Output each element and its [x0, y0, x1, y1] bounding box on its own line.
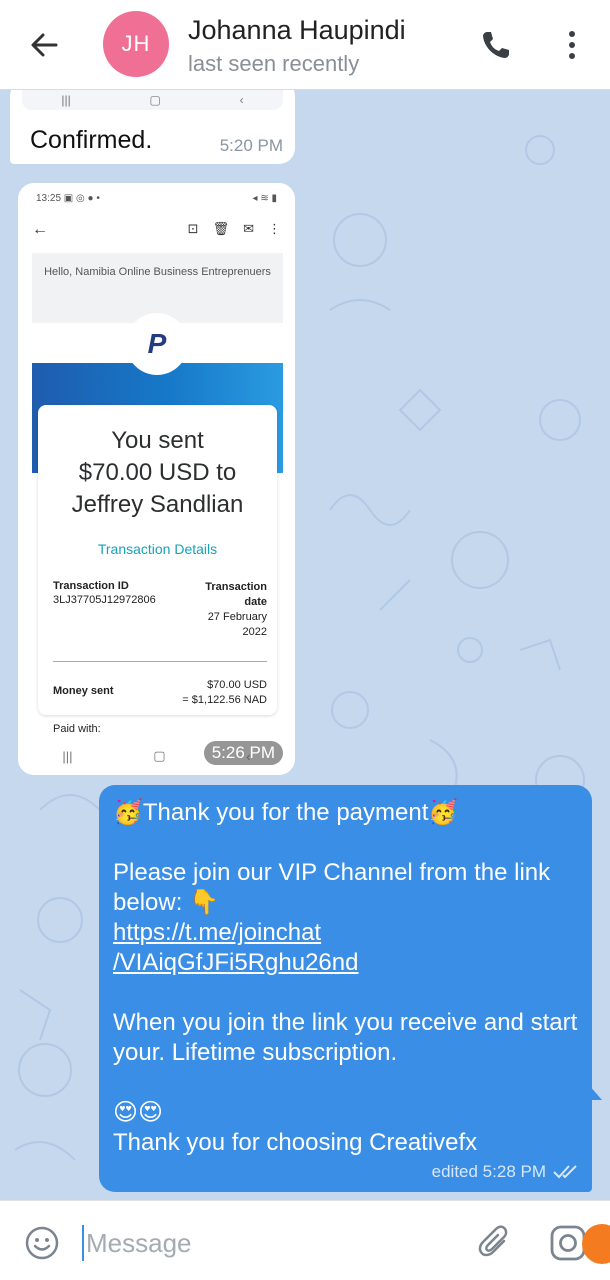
message-text: 🥳Thank you for the payment🥳 Please join …: [113, 798, 583, 1158]
transaction-details-link: Transaction Details: [97, 541, 218, 557]
mail-icon: ✉: [243, 221, 254, 236]
chat-header: JH Johanna Haupindi last seen recently: [0, 0, 610, 90]
message-composer: [0, 1200, 610, 1280]
recents-icon: |||: [62, 748, 73, 764]
email-toolbar: ← ⊡ 🗑 ✉ ⋮: [22, 215, 291, 249]
back-nav-icon: ‹: [239, 93, 244, 107]
more-vertical-icon: ⋮: [268, 221, 281, 236]
message-bubble-image[interactable]: 13:25 ▣ ◎ ● • ◂ ≋ ▮ ← ⊡ 🗑 ✉ ⋮ Hello, Nam…: [18, 183, 295, 775]
payment-card: You sent $70.00 USD to Jeffrey Sandlian …: [38, 405, 277, 735]
message-line: 😍😍: [113, 1099, 164, 1126]
invite-link[interactable]: https://t.me/joinchat: [113, 919, 321, 946]
message-spacer: [113, 978, 583, 1008]
message-line: 🥳Thank you for the payment🥳: [113, 799, 459, 826]
home-icon: ▢: [153, 748, 166, 763]
phone-icon[interactable]: [478, 27, 514, 63]
contact-name[interactable]: Johanna Haupindi: [188, 15, 406, 46]
money-sent-usd: $70.00 USD: [207, 679, 267, 691]
avatar[interactable]: JH: [103, 11, 169, 77]
contact-status: last seen recently: [188, 51, 360, 76]
arrow-left-icon: ←: [32, 221, 48, 238]
chat-area[interactable]: ||| ▢ ‹ Confirmed. 5:20 PM 13:25 ▣ ◎ ● •…: [0, 90, 610, 1200]
message-meta: edited 5:28 PM: [432, 1162, 580, 1182]
transaction-date-value: 27 February 2022: [207, 611, 267, 638]
status-bar-time: 13:25 ▣ ◎ ● •: [36, 193, 100, 204]
message-time: edited 5:28 PM: [431, 1162, 546, 1181]
message-time: 5:26 PM: [203, 741, 283, 765]
divider: [53, 661, 267, 662]
more-vertical-icon[interactable]: [558, 27, 586, 63]
smiley-icon[interactable]: [24, 1225, 60, 1261]
bubble-tail: [14, 138, 26, 152]
trash-icon: 🗑: [212, 221, 230, 236]
money-sent-label: Money sent: [53, 685, 114, 697]
payment-summary: You sent $70.00 USD to Jeffrey Sandlian: [71, 427, 244, 518]
money-sent-nad: = $1,122.56 NAD: [182, 694, 267, 706]
home-icon: ▢: [149, 93, 161, 107]
message-line: When you join the link you receive and s…: [113, 1009, 578, 1066]
message-spacer: [113, 1068, 583, 1098]
message-bubble-outgoing[interactable]: 🥳Thank you for the payment🥳 Please join …: [99, 785, 592, 1192]
arrow-left-icon[interactable]: [26, 27, 62, 63]
transaction-id-value: 3LJ37705J12972806: [53, 594, 156, 606]
payment-screenshot[interactable]: 13:25 ▣ ◎ ● • ◂ ≋ ▮ ← ⊡ 🗑 ✉ ⋮ Hello, Nam…: [22, 187, 291, 771]
message-spacer: [113, 828, 583, 858]
message-bubble-incoming[interactable]: ||| ▢ ‹ Confirmed. 5:20 PM: [10, 90, 295, 164]
transaction-date-label: Transaction date: [205, 581, 267, 608]
recents-icon: |||: [61, 93, 71, 107]
status-bar-icons: ◂ ≋ ▮: [252, 193, 277, 204]
paypal-logo: P: [126, 313, 188, 375]
archive-icon: ⊡: [187, 221, 199, 236]
transaction-id-label: Transaction ID: [53, 580, 129, 592]
message-text: Confirmed.: [30, 126, 153, 154]
message-line: Please join our VIP Channel from the lin…: [113, 859, 551, 916]
bubble-tail: [588, 1084, 602, 1100]
invite-link-continued[interactable]: /VIAiqGfJFi5Rghu26nd: [113, 949, 358, 976]
message-line: Thank you for choosing Creativefx: [113, 1129, 478, 1156]
message-time: 5:20 PM: [219, 136, 283, 155]
paperclip-icon[interactable]: [476, 1223, 514, 1261]
image-bottom-strip: ||| ▢ ‹: [22, 90, 283, 110]
android-navbar: ||| ▢ ‹: [22, 90, 283, 110]
message-input[interactable]: [82, 1225, 452, 1261]
double-check-icon: [553, 1165, 577, 1179]
paid-with-label: Paid with:: [53, 723, 101, 735]
